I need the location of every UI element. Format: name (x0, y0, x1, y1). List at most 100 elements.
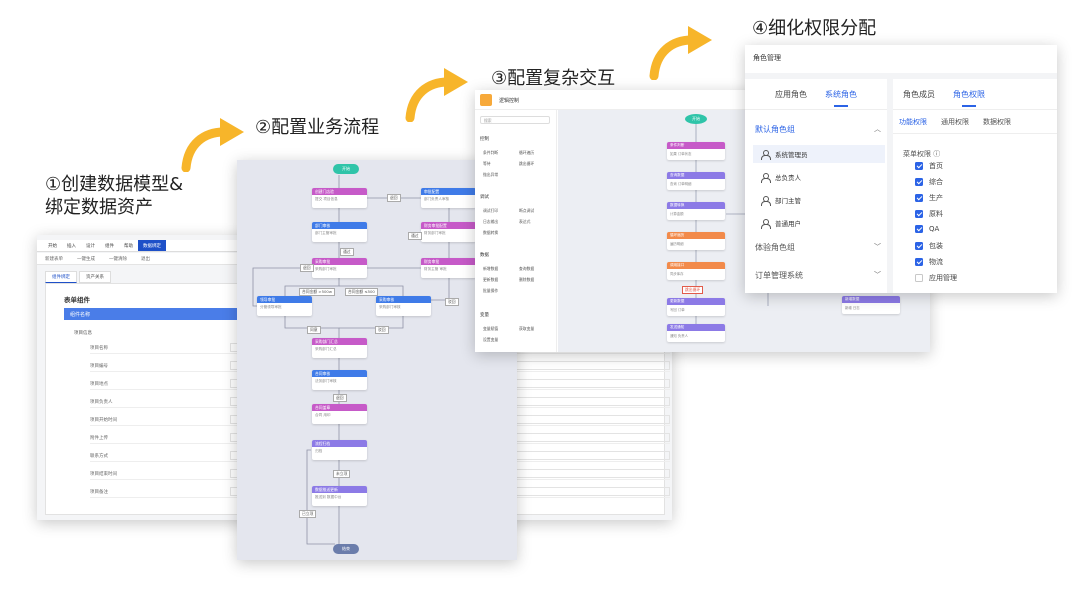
flow-node[interactable]: 财务审批 财务主管 审批 (421, 258, 476, 278)
tab-data-permissions[interactable]: 数据权限 (983, 117, 1011, 127)
flow-start-node[interactable]: 开始 (333, 164, 359, 174)
role-item[interactable]: 总负责人 (753, 168, 885, 186)
flow-condition-label[interactable]: 合同金额 ≤500 (345, 288, 378, 296)
flow-condition-label[interactable]: 通过 (340, 248, 354, 256)
component-item[interactable]: 批量操作 (483, 288, 498, 294)
component-item[interactable]: 获取变量 (519, 326, 534, 332)
flow-node[interactable]: 合同盖章 合同 用印 (312, 404, 367, 424)
flow-node[interactable]: 数据推送更新 推送到 数据中台 (312, 486, 367, 506)
step1-title-line2: 绑定数据资产 (45, 197, 153, 218)
flow-node[interactable]: 部门审核 部门主管审批 (312, 222, 367, 242)
flow-node[interactable]: 财务审批配置 财务部门审批 (421, 222, 476, 242)
tab-app-roles[interactable]: 应用角色 (775, 89, 807, 100)
component-category[interactable]: 数据 (480, 252, 489, 258)
tab-asset-relation[interactable]: 资产关系 (79, 271, 111, 283)
permission-checkbox[interactable]: 包装 (915, 241, 943, 251)
menu-item[interactable]: 插入 (62, 240, 81, 251)
flow-end-node[interactable]: 结束 (333, 544, 359, 554)
flow-node[interactable]: 采购部门汇总 采购部门汇总 (312, 338, 367, 358)
menu-item-data-binding[interactable]: 数据绑定 (138, 240, 166, 251)
tab-system-roles[interactable]: 系统角色 (825, 89, 857, 107)
role-group-trial[interactable]: 体验角色组 ﹀ (755, 242, 881, 253)
clear-button[interactable]: 一键清除 (109, 256, 127, 262)
component-search-input[interactable]: 搜索 (480, 116, 550, 124)
logic-node[interactable]: 发送通知 通知 负责人 (667, 324, 725, 342)
component-item[interactable]: 跳出循环 (519, 161, 534, 167)
component-item[interactable]: 新增数据 (483, 266, 498, 272)
component-item[interactable]: 抛出异常 (483, 172, 498, 178)
flow-node[interactable]: 创建门店验 提交 项目信息 (312, 188, 367, 208)
flow-condition-label[interactable]: 退回 (333, 394, 347, 402)
flow-condition-label[interactable]: 未立项 (333, 470, 351, 478)
step2-title: ②配置业务流程 (255, 117, 380, 138)
break-loop-badge: 跳出循环 (682, 286, 704, 294)
role-group-default[interactable]: 默认角色组 ︿ (755, 124, 881, 135)
permission-checkbox[interactable]: 应用管理 (915, 273, 957, 283)
logic-node[interactable]: 更新数据 写回 订单 (667, 298, 725, 316)
permission-checkbox[interactable]: 生产 (915, 193, 943, 203)
role-list-pane: 应用角色 系统角色 默认角色组 ︿ 系统管理员 总负责人 部门主管 普通用户 体验… (745, 79, 893, 293)
flow-condition-label[interactable]: 驳回 (445, 298, 459, 306)
logic-node[interactable]: 查询数据 查询 订单明细 (667, 172, 725, 190)
component-item[interactable]: 删除数据 (519, 277, 534, 283)
tab-role-members[interactable]: 角色成员 (903, 89, 935, 100)
component-item[interactable]: 表达式 (519, 219, 530, 225)
component-item[interactable]: 调试打印 (483, 208, 498, 214)
flow-condition-label[interactable]: 退回 (387, 194, 401, 202)
logic-node[interactable]: 调用接口 同步库存 (667, 262, 725, 280)
permission-checkbox[interactable]: 首页 (915, 161, 943, 171)
permission-checkbox[interactable]: 物流 (915, 257, 943, 267)
flow-node[interactable]: 领导审批 分管领导审批 (257, 296, 312, 316)
component-item[interactable]: 变量赋值 (483, 326, 498, 332)
flow-condition-label[interactable]: 退回 (300, 264, 314, 272)
permission-checkbox[interactable]: 原料 (915, 209, 943, 219)
flow-node[interactable]: 合同审核 法务部门审核 (312, 370, 367, 390)
component-category[interactable]: 调试 (480, 194, 489, 200)
menu-item[interactable]: 帮助 (119, 240, 138, 251)
checkbox-unchecked-icon (915, 274, 923, 282)
tab-role-permissions[interactable]: 角色权限 (953, 89, 985, 107)
tab-component-binding[interactable]: 组件绑定 (45, 271, 77, 283)
generate-button[interactable]: 一键生成 (77, 256, 95, 262)
flow-condition-label[interactable]: 驳回 (375, 326, 389, 334)
tab-function-permissions[interactable]: 功能权限 (899, 117, 927, 127)
logic-start-node[interactable]: 开始 (685, 114, 707, 124)
flow-node[interactable]: 审批配置 部门负责人审核 (421, 188, 476, 208)
flow-node[interactable]: 采购审核 采购部门审核 (376, 296, 431, 316)
role-group-order-system[interactable]: 订单管理系统 ﹀ (755, 270, 881, 281)
flow-node[interactable]: 流程归档 归档 (312, 440, 367, 460)
component-item[interactable]: 循环遍历 (519, 150, 534, 156)
flow-condition-label[interactable]: 已立项 (299, 510, 317, 518)
menu-item[interactable]: 开始 (43, 240, 62, 251)
role-item[interactable]: 部门主管 (753, 191, 885, 209)
user-icon (761, 218, 771, 229)
flow-condition-label[interactable]: 通过 (408, 232, 422, 240)
role-item[interactable]: 普通用户 (753, 214, 885, 232)
menu-item[interactable]: 设计 (81, 240, 100, 251)
component-item[interactable]: 更新数据 (483, 277, 498, 283)
permission-checkbox[interactable]: QA (915, 225, 939, 233)
component-category[interactable]: 控制 (480, 136, 489, 142)
checkbox-checked-icon (915, 258, 923, 266)
component-item[interactable]: 条件判断 (483, 150, 498, 156)
tab-general-permissions[interactable]: 通用权限 (941, 117, 969, 127)
role-item[interactable]: 系统管理员 (753, 145, 885, 163)
logic-node[interactable]: 循环遍历 遍历明细 (667, 232, 725, 250)
logic-node[interactable]: 新增数据 新增 日志 (842, 296, 900, 314)
new-form-button[interactable]: 新建表单 (45, 256, 63, 262)
exit-button[interactable]: 退出 (141, 256, 150, 262)
component-item[interactable]: 断点调试 (519, 208, 534, 214)
logic-node[interactable]: 条件判断 如果 订单状态 (667, 142, 725, 160)
component-category[interactable]: 变量 (480, 312, 489, 318)
flow-node[interactable]: 采购审批 采购部门审批 (312, 258, 367, 278)
component-item[interactable]: 等待 (483, 161, 491, 167)
component-item[interactable]: 数据转换 (483, 230, 498, 236)
logic-node[interactable]: 数据转换 计算金额 (667, 202, 725, 220)
component-item[interactable]: 设置变量 (483, 337, 498, 343)
component-item[interactable]: 日志输出 (483, 219, 498, 225)
component-item[interactable]: 查询数据 (519, 266, 534, 272)
flow-condition-label[interactable]: 同意 (307, 326, 321, 334)
flow-condition-label[interactable]: 合同金额 >500w (299, 288, 335, 296)
menu-item[interactable]: 组件 (100, 240, 119, 251)
permission-checkbox[interactable]: 综合 (915, 177, 943, 187)
